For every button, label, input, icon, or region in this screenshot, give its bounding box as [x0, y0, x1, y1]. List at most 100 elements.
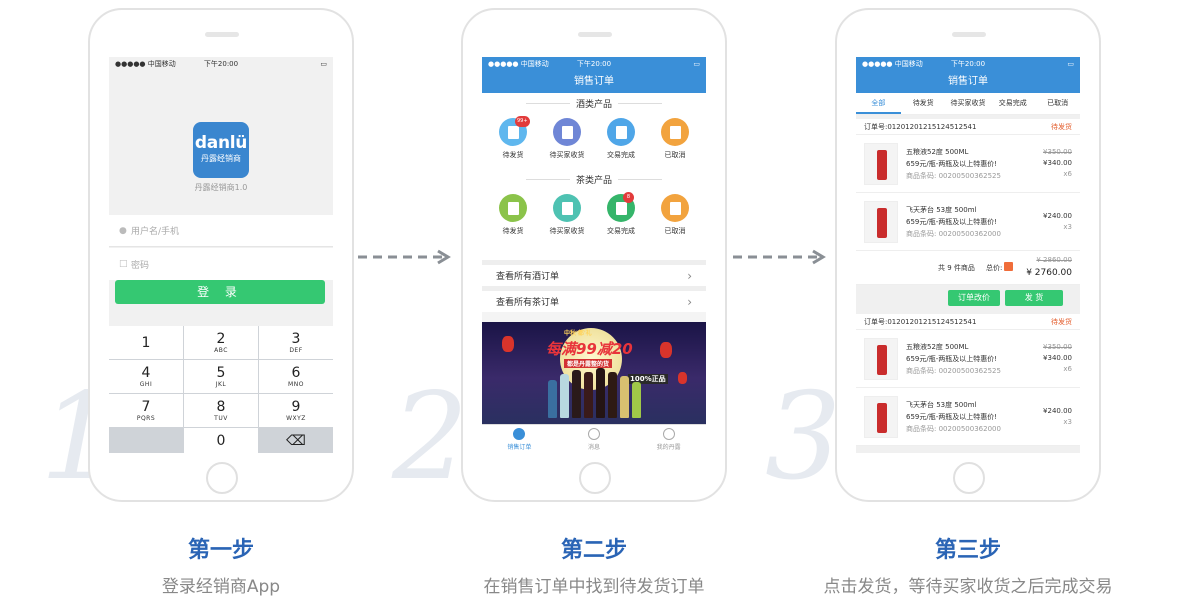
- password-placeholder: 密码: [131, 260, 150, 271]
- category-item[interactable]: 待发货: [487, 194, 539, 236]
- view-wine-orders[interactable]: 查看所有酒订单 ›: [482, 260, 706, 286]
- count-badge: 99+: [515, 116, 530, 127]
- username-input[interactable]: ● 用户名/手机: [109, 215, 333, 247]
- category-item[interactable]: 交易完成: [595, 118, 647, 160]
- category-item[interactable]: 已取消: [649, 194, 701, 236]
- key-digit: 8: [216, 398, 226, 415]
- lantern-icon: [502, 336, 514, 352]
- product-desc: 659元/瓶-两瓶及以上特惠价!: [906, 354, 998, 363]
- product-code: 商品条码: 00200500362525: [906, 366, 1001, 375]
- detail-screen: ●●●●● 中国移动 下午20:00 ▭ 销售订单 全部 待发货 待买家收货 交易完成…: [856, 57, 1080, 453]
- key-letters: DEF: [289, 346, 303, 354]
- product-image: [864, 337, 898, 380]
- home-button[interactable]: [206, 462, 238, 494]
- key-digit: 2: [216, 330, 226, 347]
- phone-speaker: [578, 32, 612, 37]
- product-image: [864, 200, 898, 243]
- product-image: [864, 395, 898, 438]
- bottle-graphic: [608, 372, 617, 418]
- detail-title: 销售订单: [948, 76, 988, 87]
- status-tab[interactable]: 已取消: [1035, 93, 1080, 114]
- promo-banner[interactable]: 中秋'都'礼 每满99减20 都是丹露整的货 100%正品: [482, 322, 706, 424]
- step-title-2: 第二步: [560, 538, 627, 563]
- status-tab[interactable]: 全部: [856, 93, 901, 114]
- tab-orders[interactable]: 销售订单: [489, 427, 549, 451]
- phone-speaker: [952, 32, 986, 37]
- status-bar: ●●●●● 中国移动 下午20:00 ▭: [856, 57, 1080, 71]
- category-item[interactable]: 待买家收货: [541, 118, 593, 160]
- home-button[interactable]: [579, 462, 611, 494]
- bottle-graphic: [620, 376, 629, 418]
- document-icon: [553, 118, 581, 146]
- status-tab[interactable]: 交易完成: [990, 93, 1035, 114]
- category-label: 已取消: [664, 227, 686, 235]
- key-4[interactable]: 4 GHI: [109, 360, 183, 393]
- tab-label: 消息: [587, 443, 600, 451]
- key-7[interactable]: 7 PQRS: [109, 394, 183, 427]
- key-0[interactable]: 0: [184, 428, 258, 453]
- product-info: 飞天茅台 53度 500ml 659元/瓶-两瓶及以上特惠价! 商品条码: 0020…: [906, 204, 1001, 240]
- status-tab[interactable]: 待买家收货: [946, 93, 991, 114]
- status-tab[interactable]: 待发货: [901, 93, 946, 114]
- product-name: 五粮液52度 500ML: [906, 342, 969, 351]
- key-digit: 0: [216, 432, 226, 449]
- order-item[interactable]: 飞天茅台 53度 500ml 659元/瓶-两瓶及以上特惠价! 商品条码: 0020…: [856, 193, 1080, 251]
- phone-speaker: [205, 32, 239, 37]
- order-item[interactable]: 五粮液52度 500ML 659元/瓶-两瓶及以上特惠价! 商品条码: 002005…: [856, 330, 1080, 388]
- category-item[interactable]: 待买家收货: [541, 194, 593, 236]
- tab-message[interactable]: 消息: [564, 427, 624, 451]
- home-button[interactable]: [953, 462, 985, 494]
- phone-orders: ●●●●● 中国移动 下午20:00 ▭ 销售订单 酒类产品 99+ 待发货 待买家…: [461, 8, 727, 502]
- key-3[interactable]: 3 DEF: [259, 326, 333, 359]
- key-8[interactable]: 8 TUV: [184, 394, 258, 427]
- quantity: x6: [1063, 170, 1072, 178]
- category-item[interactable]: 已取消: [649, 118, 701, 160]
- key-5[interactable]: 5 JKL: [184, 360, 258, 393]
- category-item[interactable]: 99+ 待发货: [487, 116, 539, 160]
- tab-label: 销售订单: [507, 443, 532, 451]
- detail-header: ●●●●● 中国移动 下午20:00 ▭ 销售订单: [856, 57, 1080, 93]
- product-price: ¥350.00 ¥340.00 x6: [1043, 147, 1072, 180]
- login-screen: ●●●●● 中国移动 下午20:00 ▭ danlü 丹露经销商 丹露经销商1.…: [109, 57, 333, 453]
- view-wine-label: 查看所有酒订单: [496, 272, 560, 282]
- order-header: 订单号:01201201215124512541 待发货: [856, 119, 1080, 135]
- category-label: 已取消: [664, 151, 686, 159]
- product-code: 商品条码: 00200500362000: [906, 424, 1001, 433]
- app-version: 丹露经销商1.0: [194, 183, 248, 192]
- key-6[interactable]: 6 MNO: [259, 360, 333, 393]
- tab-profile[interactable]: 我的丹露: [639, 427, 699, 451]
- chevron-right-icon: ›: [687, 268, 692, 283]
- order-item[interactable]: 五粮液52度 500ML 659元/瓶-两瓶及以上特惠价! 商品条码: 002005…: [856, 135, 1080, 193]
- password-input[interactable]: □ 密码: [109, 248, 333, 280]
- wine-section-title: 酒类产品: [575, 99, 612, 110]
- ship-button[interactable]: 发 货: [1005, 290, 1063, 306]
- tea-section-header: 茶类产品: [482, 172, 706, 186]
- unit-price: ¥340.00: [1043, 159, 1072, 167]
- message-icon: [587, 427, 600, 440]
- category-item[interactable]: 8 交易完成: [595, 192, 647, 236]
- order-status: 待发货: [1051, 122, 1072, 131]
- key-letters: PQRS: [136, 414, 156, 422]
- login-button[interactable]: 登 录: [115, 280, 325, 304]
- wine-section-header: 酒类产品: [482, 96, 706, 110]
- key-2[interactable]: 2 ABC: [184, 326, 258, 359]
- product-desc: 659元/瓶-两瓶及以上特惠价!: [906, 159, 998, 168]
- modify-price-button[interactable]: 订单改价: [948, 290, 1000, 306]
- backspace-key[interactable]: ⌫: [259, 428, 333, 453]
- unit-price: ¥240.00: [1043, 406, 1072, 415]
- order-item[interactable]: 飞天茅台 53度 500ml 659元/瓶-两瓶及以上特惠价! 商品条码: 0020…: [856, 388, 1080, 446]
- product-name: 飞天茅台 53度 500ml: [906, 205, 977, 214]
- key-letters: ABC: [214, 346, 228, 354]
- document-icon: [553, 194, 581, 222]
- key-digit: 3: [291, 330, 301, 347]
- key-9[interactable]: 9 WXYZ: [259, 394, 333, 427]
- step-subtitle-2: 在销售订单中找到待发货订单: [483, 577, 705, 597]
- category-label: 待买家收货: [549, 227, 585, 235]
- profile-icon: [662, 427, 675, 440]
- order-actions: 订单改价 发 货: [856, 285, 1080, 311]
- key-digit: 5: [216, 364, 226, 381]
- logo-cn: 丹露经销商: [201, 154, 241, 163]
- tea-section-title: 茶类产品: [575, 175, 612, 186]
- view-tea-orders[interactable]: 查看所有茶订单 ›: [482, 286, 706, 312]
- key-1[interactable]: 1: [109, 326, 183, 359]
